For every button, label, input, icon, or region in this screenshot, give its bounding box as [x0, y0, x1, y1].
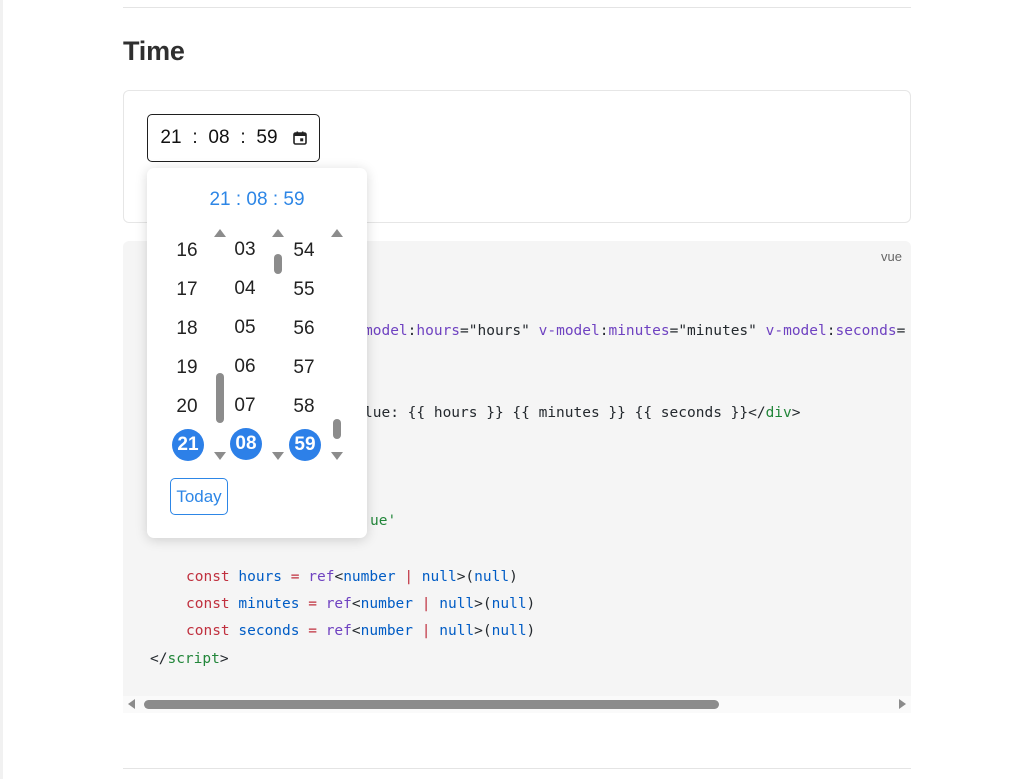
code-line: const minutes = ref<number | null>(null) [186, 596, 536, 612]
code-line: ue' [370, 513, 397, 529]
section-title: Time [123, 36, 185, 66]
picker-header-minutes[interactable]: 08 [246, 189, 267, 211]
scroll-left-arrow-icon[interactable] [128, 699, 135, 709]
time-input-separator: : [240, 127, 246, 148]
time-input-hours[interactable]: 21 [159, 127, 183, 149]
scroll-down-arrow-icon[interactable] [331, 452, 343, 460]
code-line: const hours = ref<number | null>(null) [186, 569, 518, 585]
second-option[interactable]: 58 [284, 387, 324, 426]
picker-header-seconds[interactable]: 59 [283, 189, 304, 211]
second-option-selected[interactable]: 59 [289, 429, 321, 461]
today-button[interactable]: Today [170, 478, 228, 515]
code-line: const seconds = ref<number | null>(null) [186, 623, 536, 639]
scrollbar-thumb[interactable] [274, 254, 282, 274]
picker-header-hours[interactable]: 21 [209, 189, 230, 211]
hour-option[interactable]: 20 [167, 387, 207, 426]
time-input-separator: : [192, 127, 198, 148]
hour-option[interactable]: 17 [167, 270, 207, 309]
code-line: model:hours="hours" v-model:minutes="min… [364, 323, 906, 339]
minutes-scrollbar[interactable] [271, 229, 285, 464]
page-left-edge [0, 0, 3, 779]
picker-header-separator: : [272, 189, 279, 210]
code-horizontal-scrollbar[interactable] [123, 696, 911, 713]
time-input-seconds[interactable]: 59 [255, 127, 279, 149]
minute-option-selected[interactable]: 08 [230, 428, 262, 460]
minute-option[interactable]: 07 [225, 386, 265, 425]
minute-option[interactable]: 05 [225, 308, 265, 347]
code-line: </script> [150, 651, 229, 667]
hour-option[interactable]: 16 [167, 231, 207, 270]
second-option[interactable]: 56 [284, 309, 324, 348]
scroll-up-arrow-icon[interactable] [272, 229, 284, 237]
code-line: lue: {{ hours }} {{ minutes }} {{ second… [364, 405, 801, 421]
second-option[interactable]: 54 [284, 231, 324, 270]
second-option[interactable]: 57 [284, 348, 324, 387]
picker-header-time: 21 : 08 : 59 [147, 189, 367, 211]
second-option[interactable]: 55 [284, 270, 324, 309]
scrollbar-thumb[interactable] [333, 419, 341, 439]
scroll-up-arrow-icon[interactable] [331, 229, 343, 237]
minute-option[interactable]: 03 [225, 230, 265, 269]
calendar-icon[interactable] [293, 131, 307, 145]
seconds-scrollbar[interactable] [330, 229, 344, 464]
scroll-down-arrow-icon[interactable] [272, 452, 284, 460]
hour-option[interactable]: 18 [167, 309, 207, 348]
scroll-right-arrow-icon[interactable] [899, 699, 906, 709]
minute-option[interactable]: 06 [225, 347, 265, 386]
scrollbar-thumb[interactable] [144, 700, 719, 709]
time-picker-popup: 21 : 08 : 59 16 17 18 19 20 21 03 04 05 … [147, 168, 367, 538]
code-language-label: vue [881, 249, 902, 264]
picker-header-separator: : [235, 189, 242, 210]
time-input-minutes[interactable]: 08 [207, 127, 231, 149]
divider-bottom [123, 768, 911, 769]
divider-top [123, 7, 911, 8]
hour-option-selected[interactable]: 21 [172, 429, 204, 461]
minute-option[interactable]: 04 [225, 269, 265, 308]
scrollbar-thumb[interactable] [216, 373, 224, 423]
time-input[interactable]: 21 : 08 : 59 [147, 114, 320, 162]
hour-option[interactable]: 19 [167, 348, 207, 387]
